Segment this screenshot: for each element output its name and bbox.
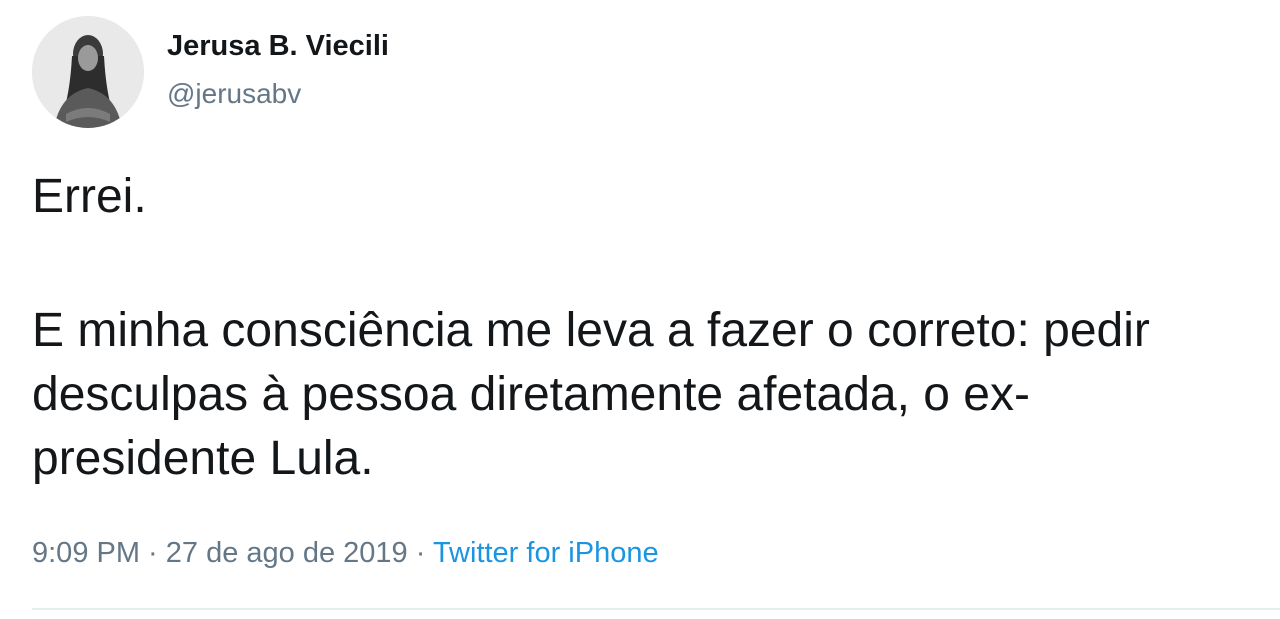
divider [32, 608, 1280, 610]
tweet-text-paragraph-2: E minha consciência me leva a fazer o co… [32, 304, 1150, 485]
profile-photo-icon [32, 16, 144, 128]
tweet-date[interactable]: 27 de ago de 2019 [166, 537, 408, 569]
author-name[interactable]: Jerusa B. Viecili [167, 28, 389, 64]
tweet-text-paragraph-1: Errei. [32, 170, 147, 223]
meta-separator: · [407, 537, 433, 569]
tweet-time[interactable]: 9:09 PM [32, 537, 140, 569]
author-handle[interactable]: @jerusabv [167, 77, 301, 111]
tweet-card: Jerusa B. Viecili @jerusabv Errei. E min… [0, 0, 1280, 619]
tweet-source-link[interactable]: Twitter for iPhone [433, 537, 659, 569]
tweet-metadata: 9:09 PM · 27 de ago de 2019 · Twitter fo… [32, 533, 659, 573]
meta-separator: · [140, 537, 166, 569]
avatar[interactable] [32, 16, 144, 128]
